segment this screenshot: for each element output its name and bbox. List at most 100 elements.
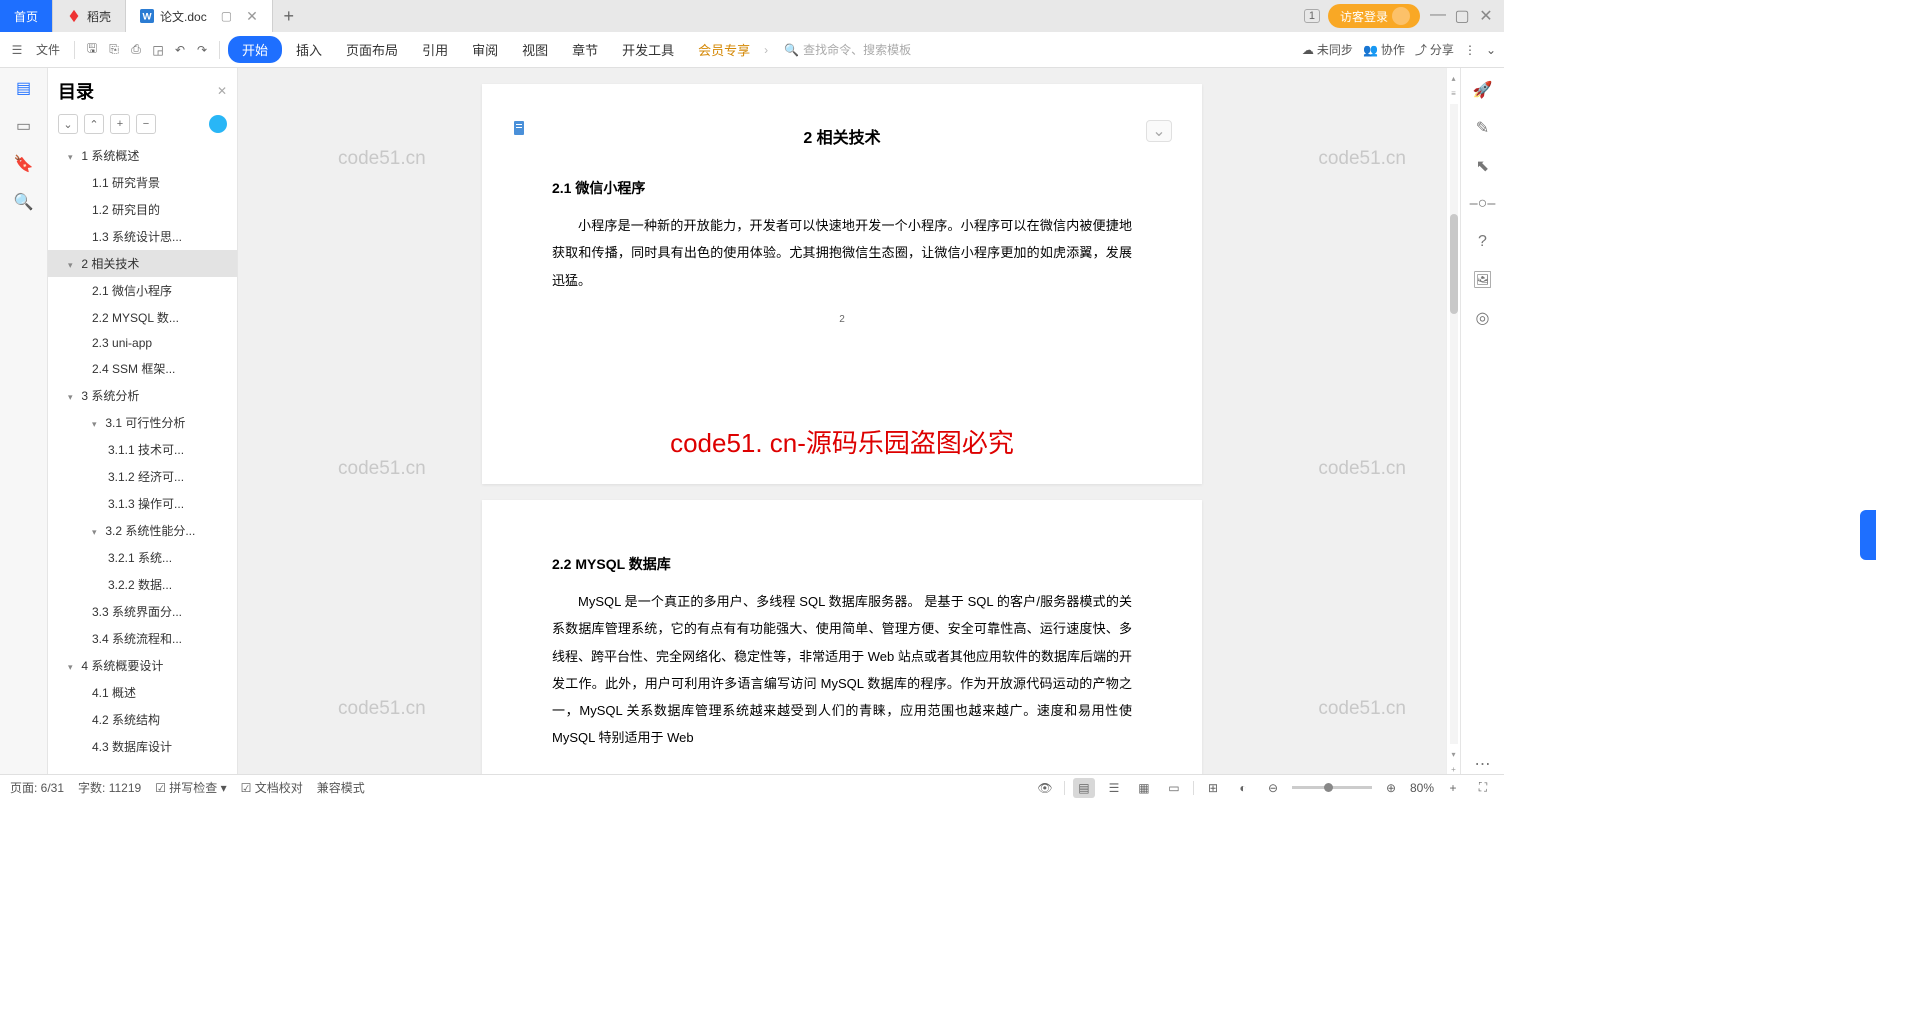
outline-item[interactable]: 3.3 系统界面分... (48, 598, 237, 625)
outline-item[interactable]: ▾ 3 系统分析 (48, 382, 237, 409)
read-mode-icon[interactable]: 👁 (1034, 778, 1056, 798)
add-level-icon[interactable]: + (110, 114, 130, 134)
menu-member[interactable]: 会员专享 (688, 36, 760, 63)
collapse-all-icon[interactable]: ⌄ (58, 114, 78, 134)
outline-item[interactable]: 2.3 uni-app (48, 331, 237, 355)
outline-item[interactable]: 3.1.3 操作可... (48, 490, 237, 517)
page-collapse-icon[interactable]: ⌄ (1146, 120, 1172, 142)
document-proof[interactable]: ☑ 文档校对 (241, 779, 303, 796)
help-icon[interactable]: ? (1473, 232, 1493, 252)
maximize-icon[interactable]: ▢ (1452, 6, 1472, 26)
outline-settings-icon[interactable] (209, 115, 227, 133)
add-tool-icon[interactable]: + (1442, 778, 1464, 798)
menu-view[interactable]: 视图 (512, 36, 558, 63)
zoom-in-icon[interactable]: ⊕ (1380, 778, 1402, 798)
export-icon[interactable]: ⎘ (105, 41, 123, 59)
print-icon[interactable]: ⎙ (127, 41, 145, 59)
settings-slider-icon[interactable]: ⎯○⎯ (1473, 194, 1493, 214)
save-icon[interactable]: 🖫 (83, 41, 101, 59)
clipboard-icon[interactable]: ▭ (14, 116, 34, 136)
compat-mode[interactable]: 兼容模式 (317, 779, 365, 796)
outline-item[interactable]: 3.1.2 经济可... (48, 463, 237, 490)
outline-item[interactable]: ▾ 1 系统概述 (48, 142, 237, 169)
more-icon[interactable]: ⋮ (1464, 43, 1476, 57)
document-canvas[interactable]: code51.cn code51.cn code51.cn code51.cn … (238, 68, 1446, 774)
find-icon[interactable]: 🔍 (14, 192, 34, 212)
outline-item[interactable]: ▾ 3.2 系统性能分... (48, 517, 237, 544)
outline-item[interactable]: 3.2.1 系统... (48, 544, 237, 571)
spell-check[interactable]: ☑ 拼写检查 ▾ (155, 779, 226, 796)
new-tab-button[interactable]: + (273, 0, 305, 32)
outline-item[interactable]: ▾ 3.1 可行性分析 (48, 409, 237, 436)
outline-icon[interactable]: ▤ (14, 78, 34, 98)
scroll-thumb[interactable] (1450, 214, 1458, 314)
outline-item[interactable]: 2.1 微信小程序 (48, 277, 237, 304)
share-button[interactable]: ⤴ 分享 (1415, 41, 1454, 58)
tab-docer[interactable]: 稻壳 (53, 0, 126, 32)
outline-item[interactable]: 4.3 数据库设计 (48, 733, 237, 760)
bookmark-icon[interactable]: 🔖 (14, 154, 34, 174)
scroll-down-icon[interactable]: ▾ (1451, 750, 1455, 759)
redo-icon[interactable]: ↷ (193, 41, 211, 59)
outline-item[interactable]: 2.4 SSM 框架... (48, 355, 237, 382)
menu-reference[interactable]: 引用 (412, 36, 458, 63)
cursor-icon[interactable]: ⬉ (1473, 156, 1493, 176)
menu-start[interactable]: 开始 (228, 36, 282, 63)
outline-item[interactable]: 4.2 系统结构 (48, 706, 237, 733)
target-icon[interactable]: ◎ (1473, 308, 1493, 328)
menu-dev[interactable]: 开发工具 (612, 36, 684, 63)
outline-view-icon[interactable]: ☰ (1103, 778, 1125, 798)
outline-item[interactable]: 1.2 研究目的 (48, 196, 237, 223)
undo-icon[interactable]: ↶ (171, 41, 189, 59)
fullscreen-icon[interactable]: ⛶ (1472, 778, 1494, 798)
word-count[interactable]: 字数: 11219 (78, 779, 141, 796)
tab-document[interactable]: W 论文.doc ▢ ✕ (126, 0, 273, 32)
expand-all-icon[interactable]: ⌃ (84, 114, 104, 134)
rocket-icon[interactable]: 🚀 (1473, 80, 1493, 100)
close-tab-icon[interactable]: ✕ (246, 8, 258, 25)
menu-layout[interactable]: 页面布局 (336, 36, 408, 63)
mini-scrollbar[interactable]: ▴ ≡ ▾ + (1446, 68, 1460, 774)
close-window-icon[interactable]: ✕ (1476, 6, 1496, 26)
page-view-icon[interactable]: ▤ (1073, 778, 1095, 798)
page-tool-icon[interactable] (512, 120, 528, 136)
zoom-out-icon[interactable]: ⊖ (1262, 778, 1284, 798)
outline-item[interactable]: ▾ 2 相关技术 (48, 250, 237, 277)
hamburger-icon[interactable]: ☰ (8, 41, 26, 59)
outline-item[interactable]: 1.1 研究背景 (48, 169, 237, 196)
pencil-icon[interactable]: ✎ (1473, 118, 1493, 138)
close-outline-icon[interactable]: ✕ (217, 84, 227, 98)
outline-item[interactable]: ▾ 4 系统概要设计 (48, 652, 237, 679)
outline-item[interactable]: 2.2 MYSQL 数... (48, 304, 237, 331)
collab-button[interactable]: 👥 协作 (1363, 41, 1405, 58)
file-menu[interactable]: 文件 (30, 37, 66, 62)
page-counter[interactable]: 页面: 6/31 (10, 779, 64, 796)
zoom-level[interactable]: 80% (1410, 781, 1434, 795)
more-tools-icon[interactable]: ⋯ (1473, 754, 1493, 774)
search-box[interactable]: 🔍 查找命令、搜索模板 (784, 41, 911, 58)
outline-item[interactable]: 1.3 系统设计思... (48, 223, 237, 250)
menu-insert[interactable]: 插入 (286, 36, 332, 63)
remove-level-icon[interactable]: − (136, 114, 156, 134)
menu-review[interactable]: 审阅 (462, 36, 508, 63)
dark-mode-icon[interactable]: ◐ (1232, 778, 1254, 798)
tab-home[interactable]: 首页 (0, 0, 53, 32)
guest-login-button[interactable]: 访客登录 (1328, 4, 1420, 28)
grid-icon[interactable]: ⊞ (1202, 778, 1224, 798)
collapse-ribbon-icon[interactable]: ⌄ (1486, 43, 1496, 57)
preview-icon[interactable]: ◲ (149, 41, 167, 59)
image-icon[interactable]: 🖼 (1473, 270, 1493, 290)
window-icon[interactable]: ▢ (221, 9, 232, 23)
zoom-slider[interactable] (1292, 786, 1372, 789)
outline-item[interactable]: 4.1 概述 (48, 679, 237, 706)
web-view-icon[interactable]: ▦ (1133, 778, 1155, 798)
outline-item[interactable]: 3.4 系统流程和... (48, 625, 237, 652)
outline-item[interactable]: 3.2.2 数据... (48, 571, 237, 598)
notification-badge[interactable]: 1 (1304, 9, 1320, 23)
sync-button[interactable]: ☁ 未同步 (1302, 41, 1353, 58)
outline-item[interactable]: 3.1.1 技术可... (48, 436, 237, 463)
scroll-up-icon[interactable]: ▴ (1451, 74, 1455, 83)
print-layout-icon[interactable]: ▭ (1163, 778, 1185, 798)
minimize-icon[interactable]: — (1428, 6, 1448, 26)
menu-section[interactable]: 章节 (562, 36, 608, 63)
